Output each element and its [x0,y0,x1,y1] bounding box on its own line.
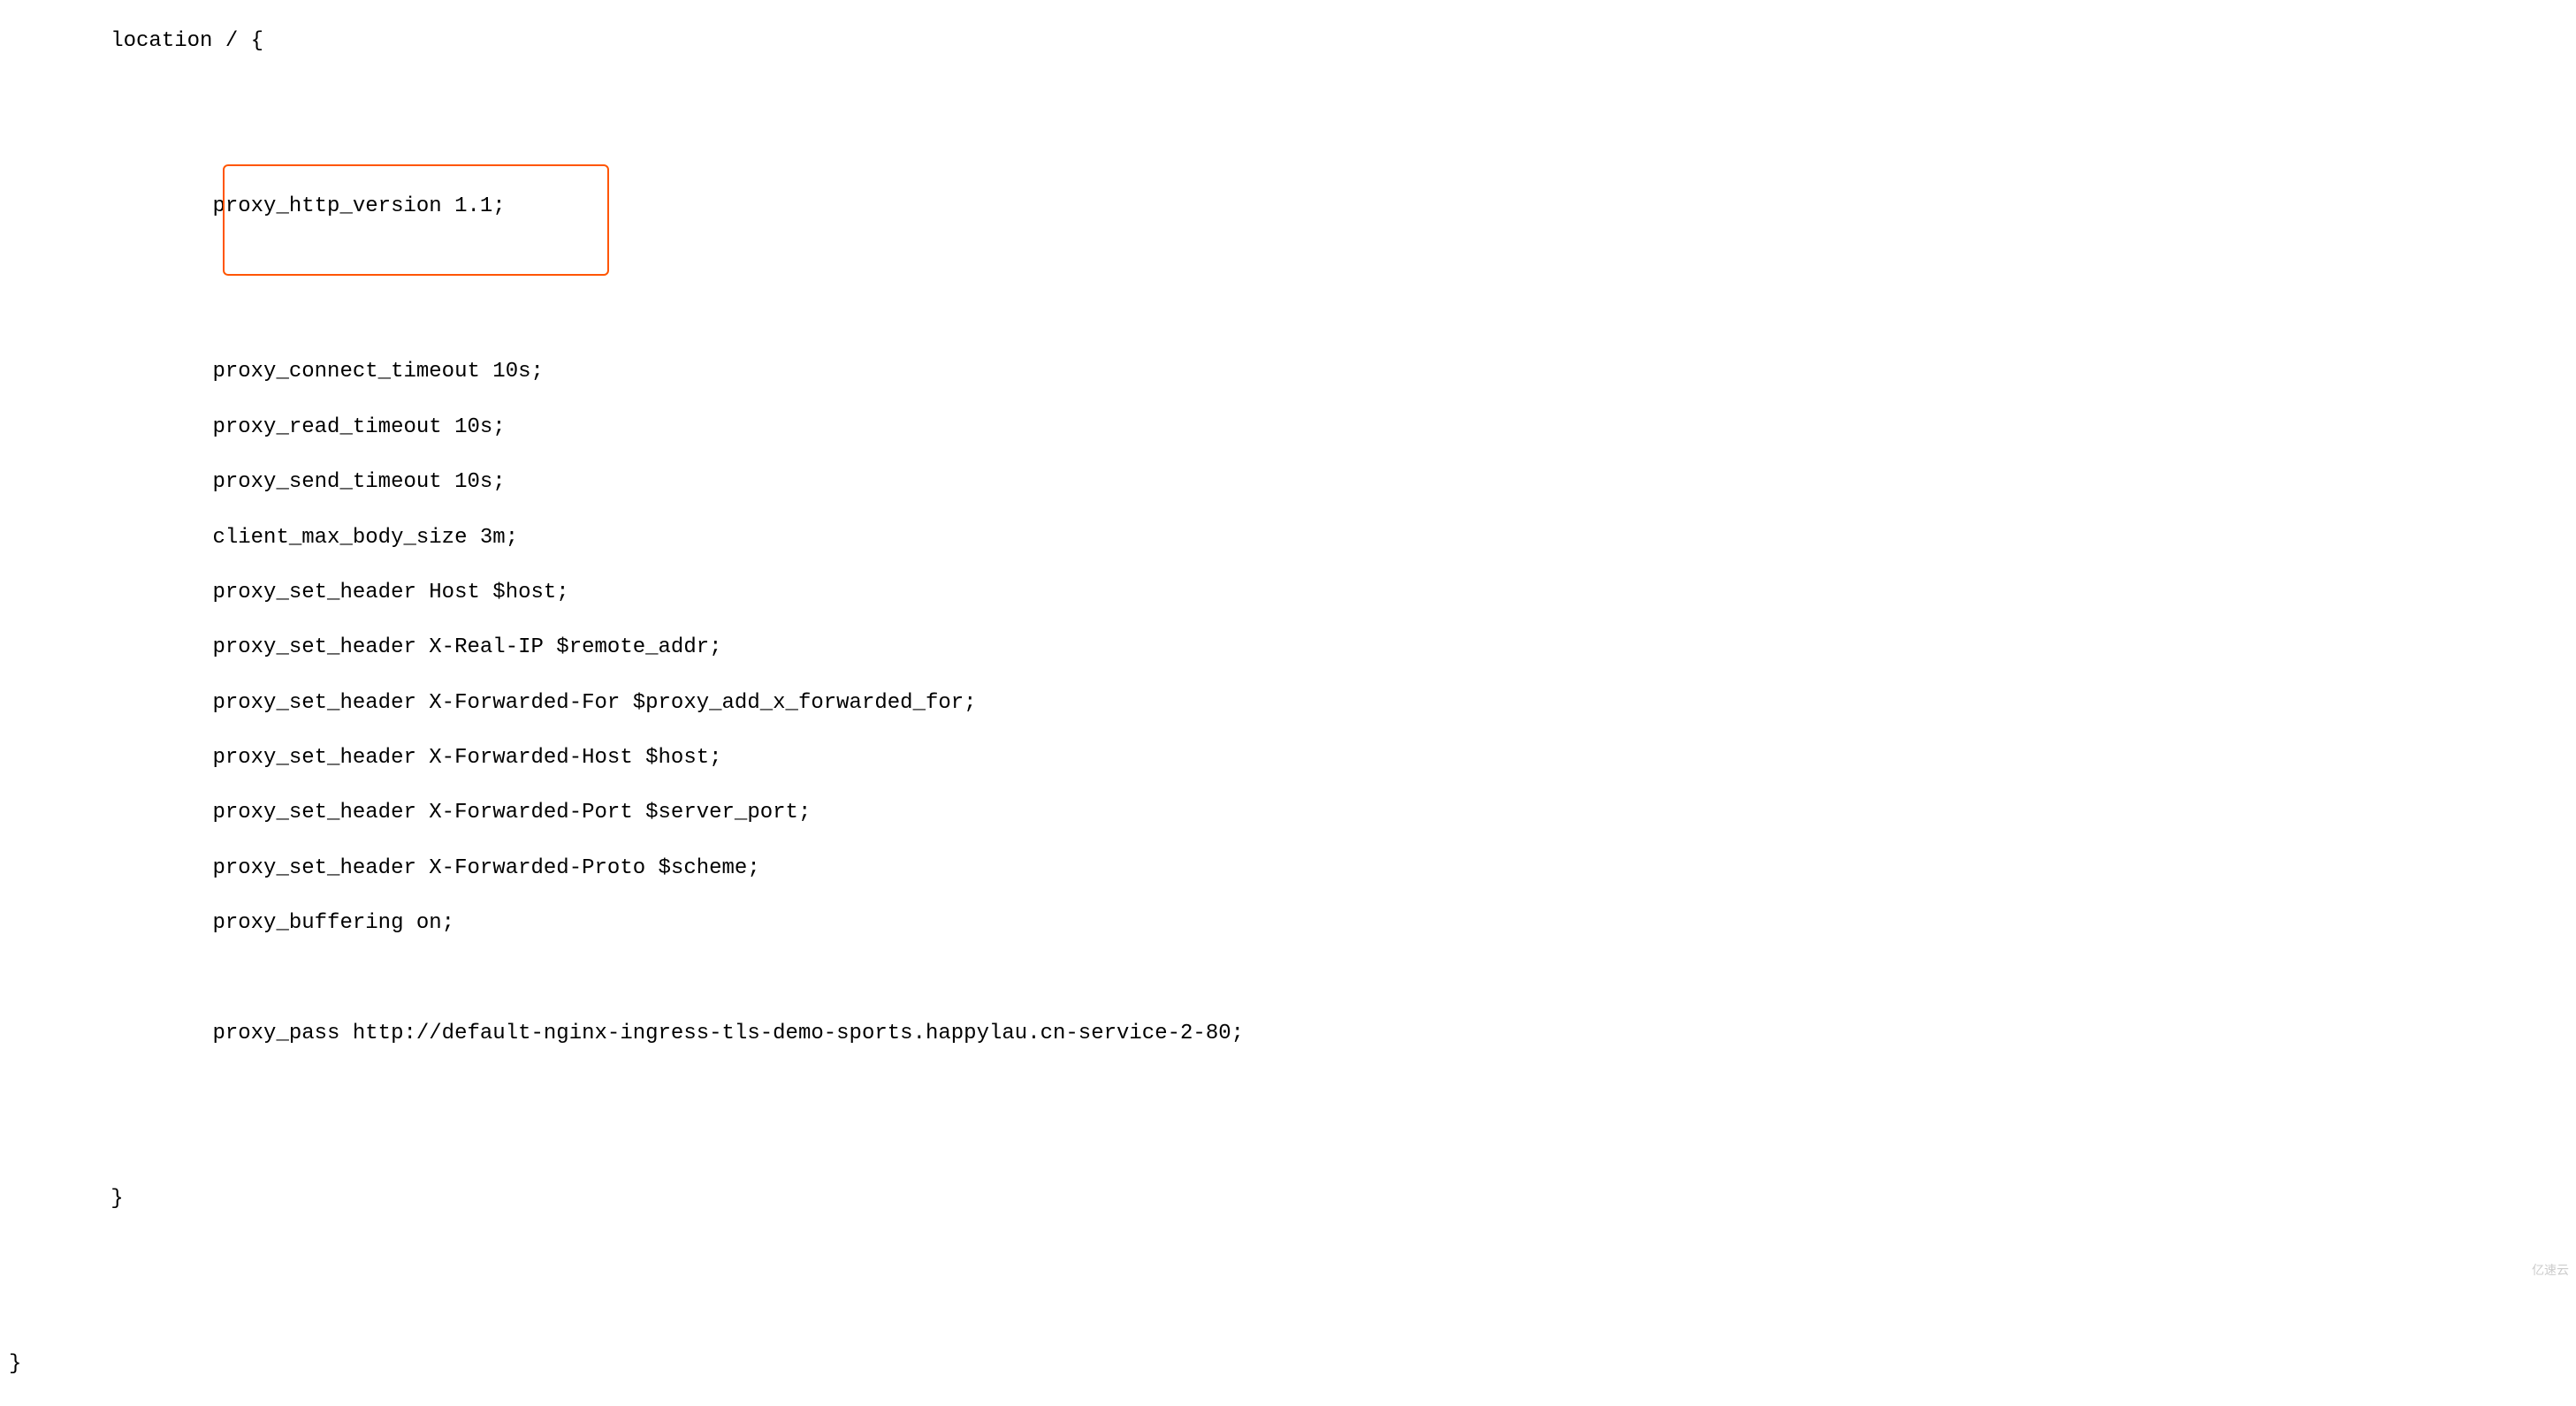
code-line-proxy-set-header-real-ip: proxy_set_header X-Real-IP $remote_addr; [9,634,1244,661]
watermark-text: 亿速云 [2532,1262,2569,1278]
code-line-proxy-read-timeout: proxy_read_timeout 10s; [9,414,1244,441]
code-line-proxy-set-header-xfproto: proxy_set_header X-Forwarded-Proto $sche… [9,855,1244,882]
code-line-proxy-http-version: proxy_http_version 1.1; [9,193,1244,220]
code-line-blank [9,1130,1244,1158]
code-line-proxy-send-timeout: proxy_send_timeout 10s; [9,468,1244,496]
code-line-blank [9,1296,1244,1323]
code-line-location: location / { [9,27,1244,55]
code-line-proxy-set-header-xfh: proxy_set_header X-Forwarded-Host $host; [9,744,1244,771]
code-line-blank [9,248,1244,276]
nginx-config-block: location / { proxy_http_version 1.1; pro… [9,0,1244,1406]
code-line-close-brace-location: } [9,1185,1244,1212]
code-line-proxy-pass: proxy_pass http://default-nginx-ingress-… [9,1020,1244,1047]
code-line-proxy-buffering: proxy_buffering on; [9,909,1244,937]
code-line-blank [9,83,1244,110]
code-line-blank [9,1240,1244,1267]
code-line-client-max-body-size: client_max_body_size 3m; [9,524,1244,551]
code-line-blank [9,138,1244,165]
code-line-blank [9,965,1244,992]
code-line-blank [9,1075,1244,1102]
code-line-proxy-set-header-xff: proxy_set_header X-Forwarded-For $proxy_… [9,689,1244,717]
code-line-proxy-set-header-host: proxy_set_header Host $host; [9,579,1244,606]
code-line-proxy-connect-timeout: proxy_connect_timeout 10s; [9,358,1244,385]
code-line-blank [9,303,1244,331]
code-line-proxy-set-header-xfp: proxy_set_header X-Forwarded-Port $serve… [9,799,1244,826]
code-line-close-brace-server: } [9,1350,1244,1378]
